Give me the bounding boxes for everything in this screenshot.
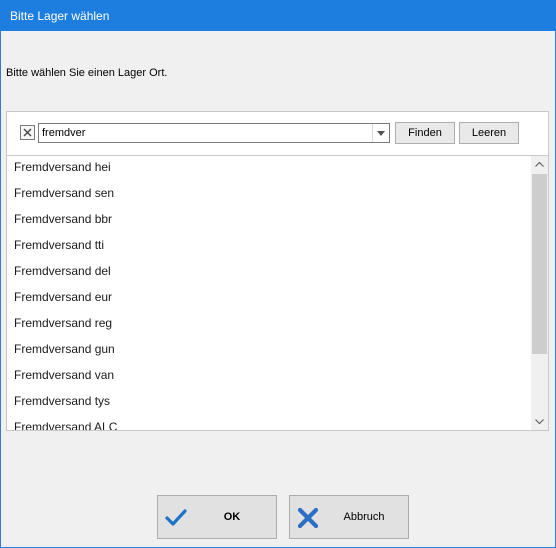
- search-input[interactable]: [42, 126, 367, 140]
- vertical-scrollbar[interactable]: [531, 156, 548, 430]
- list-item[interactable]: Fremdversand sen: [7, 182, 527, 208]
- list-item[interactable]: Fremdversand tys: [7, 390, 527, 416]
- list-item[interactable]: Fremdversand eur: [7, 286, 527, 312]
- scrollbar-thumb[interactable]: [532, 174, 547, 354]
- chevron-down-icon: [535, 419, 544, 424]
- dialog-window: Bitte Lager wählen Bitte wählen Sie eine…: [0, 0, 556, 548]
- find-button[interactable]: Finden: [395, 122, 455, 144]
- ok-button[interactable]: OK: [157, 495, 277, 539]
- scroll-up-button[interactable]: [531, 156, 548, 173]
- chevron-up-icon: [535, 162, 544, 167]
- cancel-button[interactable]: Abbruch: [289, 495, 409, 539]
- clear-filter-button[interactable]: [20, 125, 35, 140]
- checkmark-icon: [165, 509, 187, 526]
- prompt-text: Bitte wählen Sie einen Lager Ort.: [6, 67, 168, 79]
- list-item[interactable]: Fremdversand van: [7, 364, 527, 390]
- list-item[interactable]: Fremdversand del: [7, 260, 527, 286]
- cancel-x-icon: [297, 507, 319, 529]
- search-combobox[interactable]: [38, 123, 390, 143]
- list-item[interactable]: Fremdversand ALC: [7, 416, 527, 430]
- ok-button-label: OK: [223, 511, 241, 523]
- chevron-down-icon: [377, 131, 385, 136]
- clear-button[interactable]: Leeren: [459, 122, 519, 144]
- storage-location-list[interactable]: Fremdversand hei Fremdversand sen Fremdver…: [6, 155, 549, 431]
- cancel-button-label: Abbruch: [343, 511, 385, 523]
- list-items: Fremdversand hei Fremdversand sen Fremdver…: [7, 156, 527, 430]
- list-item[interactable]: Fremdversand bbr: [7, 208, 527, 234]
- close-icon: [23, 128, 32, 137]
- dialog-client-area: Bitte wählen Sie einen Lager Ort. Finden…: [1, 31, 555, 547]
- search-panel: Finden Leeren: [6, 111, 549, 155]
- list-item[interactable]: Fremdversand gun: [7, 338, 527, 364]
- list-item[interactable]: Fremdversand reg: [7, 312, 527, 338]
- scroll-down-button[interactable]: [531, 413, 548, 430]
- combo-dropdown-button[interactable]: [372, 124, 389, 142]
- list-item[interactable]: Fremdversand tti: [7, 234, 527, 260]
- title-bar[interactable]: Bitte Lager wählen: [0, 0, 556, 31]
- list-item[interactable]: Fremdversand hei: [7, 156, 527, 182]
- window-title: Bitte Lager wählen: [10, 9, 110, 23]
